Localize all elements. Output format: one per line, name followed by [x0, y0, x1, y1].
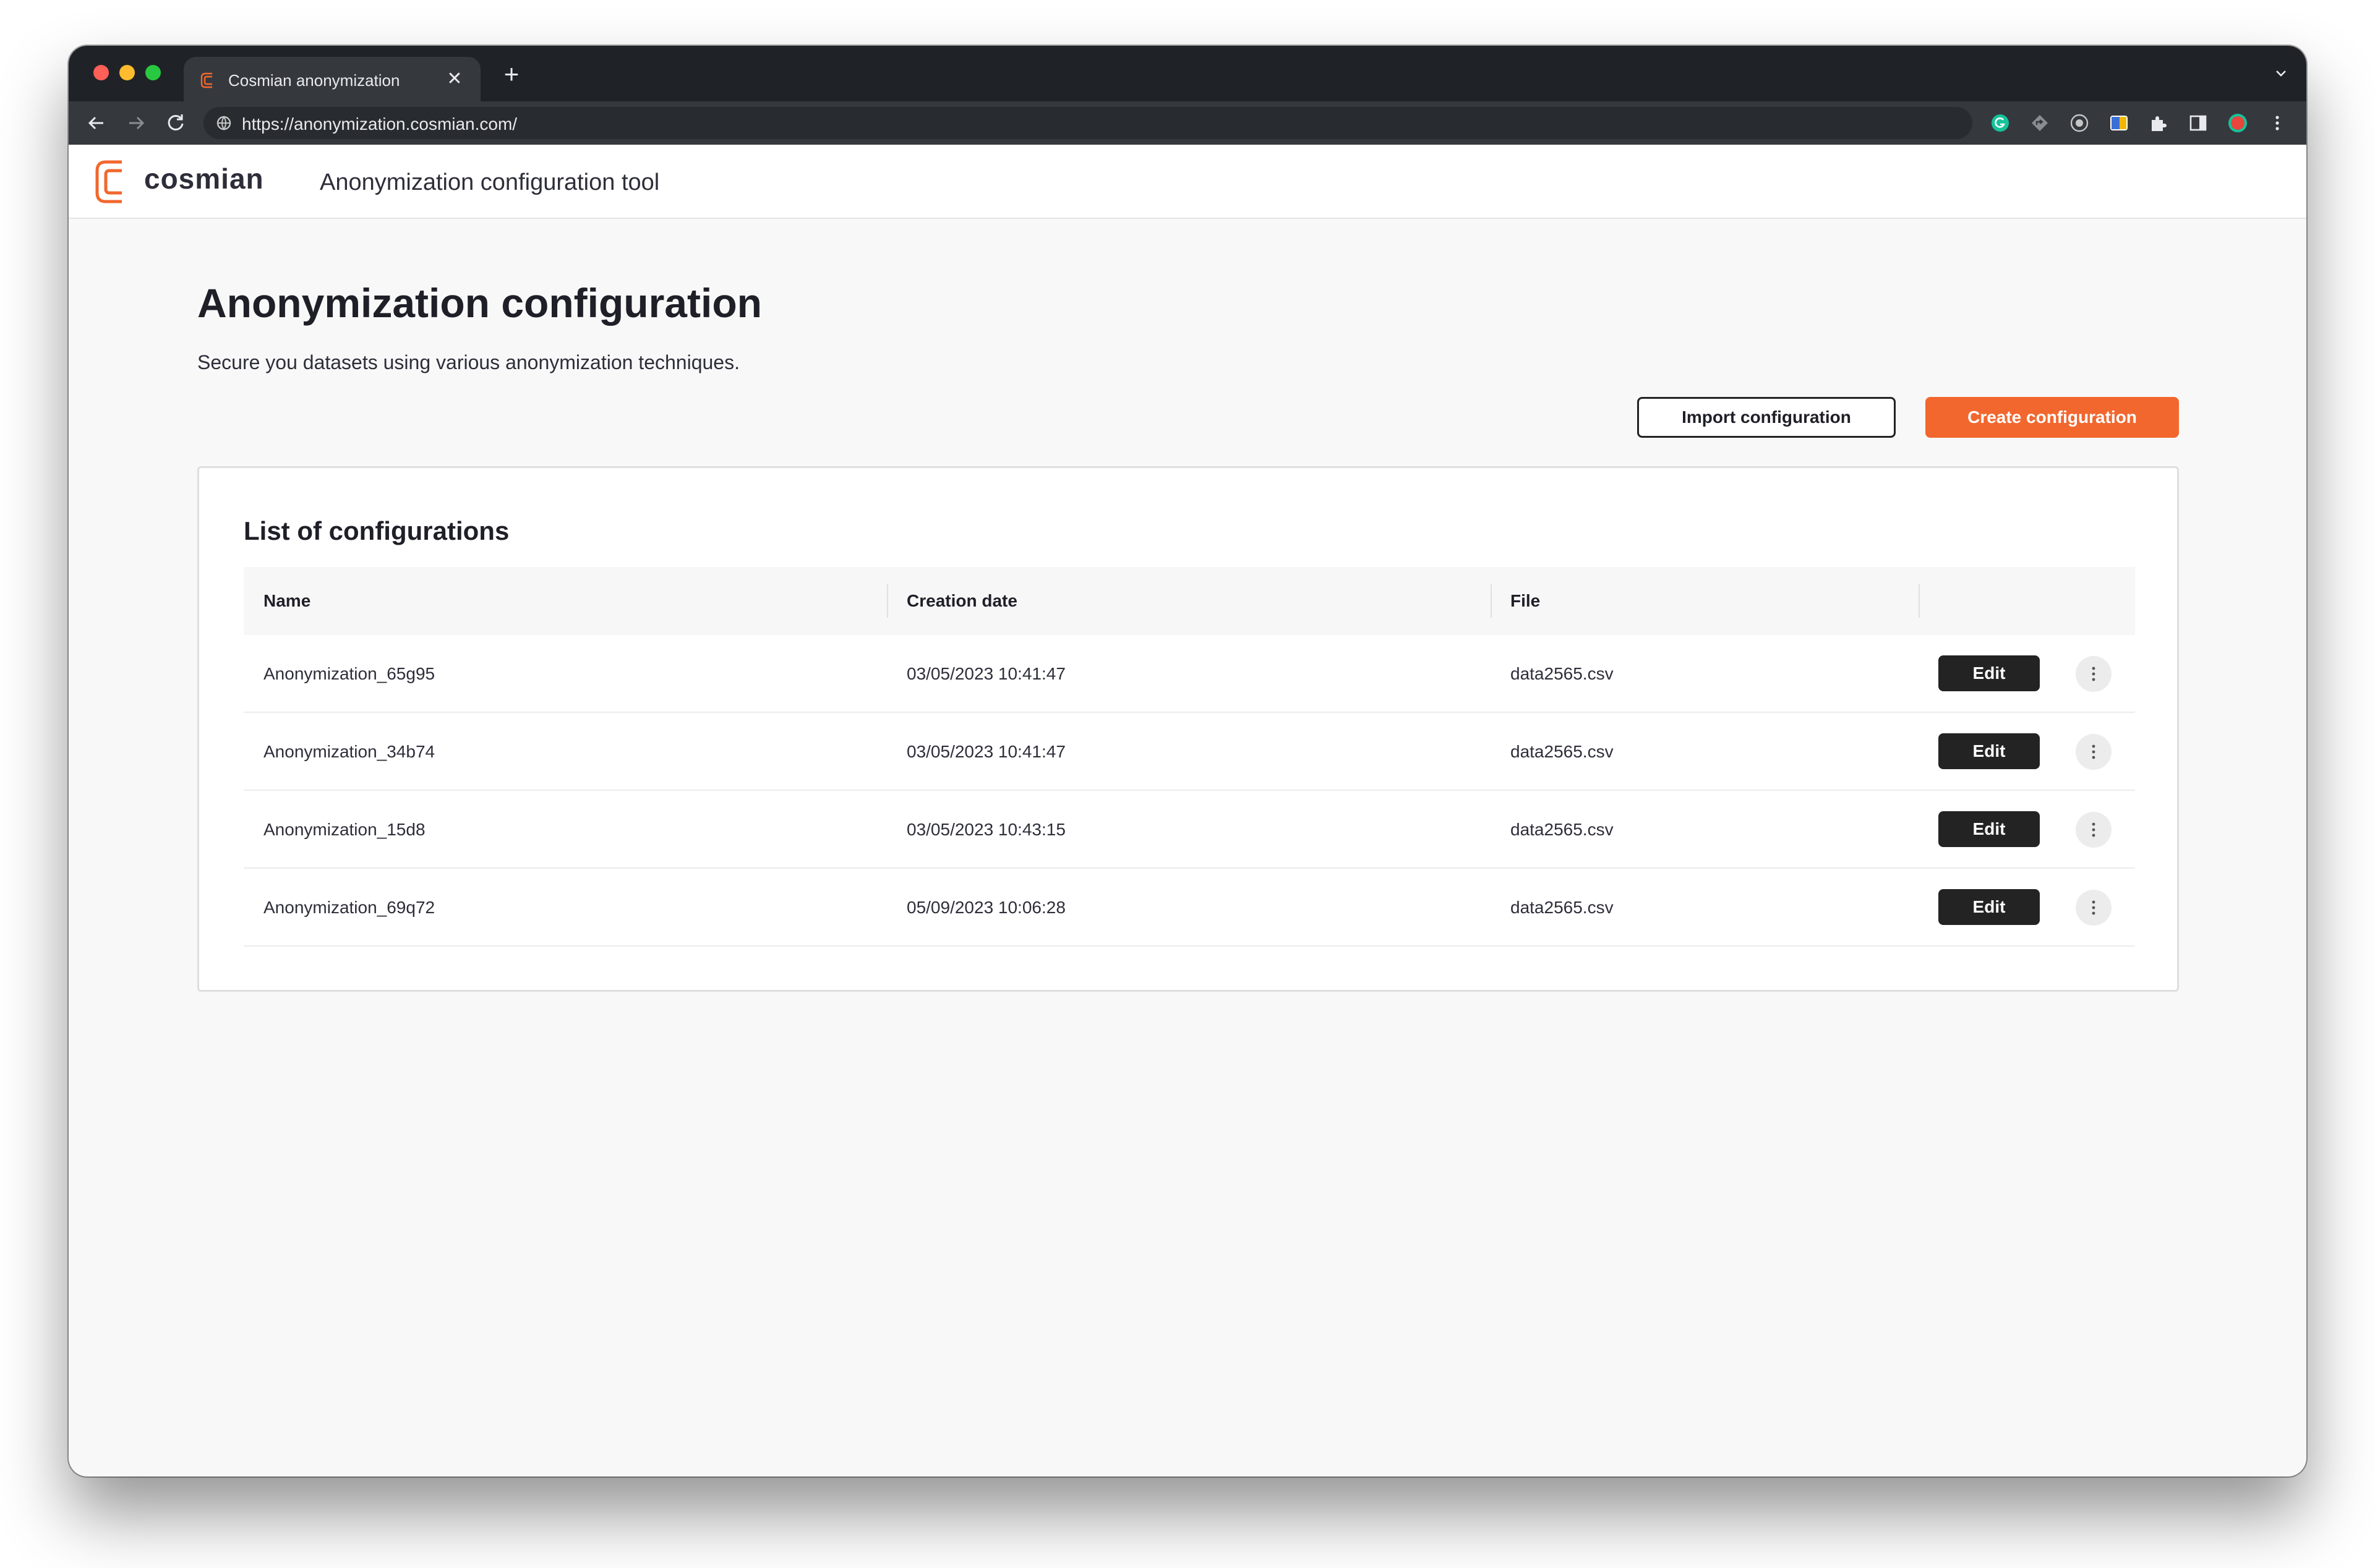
more-vertical-icon — [2092, 744, 2095, 759]
tool-name: Anonymization configuration tool — [320, 169, 660, 195]
route-extension-icon[interactable] — [2029, 113, 2050, 134]
more-vertical-icon — [2092, 900, 2095, 915]
table-header: Name Creation date File — [244, 567, 2135, 635]
more-options-button[interactable] — [2076, 656, 2112, 692]
browser-menu-icon[interactable] — [2267, 113, 2288, 134]
column-header-name: Name — [263, 591, 311, 610]
more-options-button[interactable] — [2076, 890, 2112, 926]
table-row[interactable]: Anonymization_15d8 03/05/2023 10:43:15 d… — [244, 791, 2135, 869]
column-divider — [1919, 584, 1920, 618]
configurations-card: List of configurations Name Creation dat… — [197, 466, 2179, 992]
more-vertical-icon — [2092, 822, 2095, 837]
column-divider — [1491, 584, 1492, 618]
back-icon[interactable] — [85, 111, 108, 135]
cosmian-logo-icon[interactable] — [93, 158, 131, 205]
target-extension-icon[interactable] — [2069, 113, 2090, 134]
row-name: Anonymization_34b74 — [263, 742, 435, 761]
table-row[interactable]: Anonymization_34b74 03/05/2023 10:41:47 … — [244, 713, 2135, 791]
column-header-creation-date: Creation date — [907, 591, 1017, 610]
edit-button[interactable]: Edit — [1938, 811, 2040, 847]
forward-icon[interactable] — [124, 111, 148, 135]
tab-strip: Cosmian anonymization ✕ + — [69, 46, 2306, 101]
row-creation-date: 03/05/2023 10:41:47 — [907, 664, 1066, 683]
cosmian-favicon-icon — [200, 72, 212, 88]
row-file: data2565.csv — [1510, 664, 1614, 683]
browser-tab[interactable]: Cosmian anonymization ✕ — [184, 57, 481, 101]
grammarly-extension-icon[interactable] — [1990, 113, 2011, 134]
site-info-icon[interactable] — [216, 115, 232, 131]
page-subtitle: Secure you datasets using various anonym… — [197, 351, 740, 373]
new-tab-button[interactable]: + — [497, 59, 526, 89]
browser-window: Cosmian anonymization ✕ + https://anonym… — [69, 46, 2306, 1476]
reload-icon[interactable] — [164, 111, 187, 135]
row-file: data2565.csv — [1510, 820, 1614, 839]
more-options-button[interactable] — [2076, 812, 2112, 848]
tab-close-icon[interactable]: ✕ — [442, 67, 467, 92]
row-name: Anonymization_65g95 — [263, 664, 435, 683]
row-name: Anonymization_69q72 — [263, 898, 435, 917]
column-divider — [887, 584, 888, 618]
configurations-table: Name Creation date File Anonymization_65… — [244, 567, 2135, 947]
column-header-file: File — [1510, 591, 1541, 610]
table-row[interactable]: Anonymization_69q72 05/09/2023 10:06:28 … — [244, 869, 2135, 947]
create-configuration-button[interactable]: Create configuration — [1925, 397, 2179, 438]
row-file: data2565.csv — [1510, 742, 1614, 761]
brand-name[interactable]: cosmian — [144, 162, 264, 195]
more-options-button[interactable] — [2076, 734, 2112, 770]
app-header: cosmian Anonymization configuration tool — [69, 145, 2306, 219]
card-title: List of configurations — [244, 516, 510, 545]
edit-button[interactable]: Edit — [1938, 889, 2040, 925]
table-row[interactable]: Anonymization_65g95 03/05/2023 10:41:47 … — [244, 635, 2135, 713]
row-creation-date: 05/09/2023 10:06:28 — [907, 898, 1066, 917]
row-file: data2565.csv — [1510, 898, 1614, 917]
more-vertical-icon — [2092, 667, 2095, 681]
minimize-window-button[interactable] — [119, 65, 135, 80]
edit-button[interactable]: Edit — [1938, 655, 2040, 691]
row-creation-date: 03/05/2023 10:41:47 — [907, 742, 1066, 761]
page-title: Anonymization configuration — [197, 280, 762, 326]
tab-title: Cosmian anonymization — [228, 71, 400, 90]
chevron-down-icon[interactable] — [2272, 64, 2290, 83]
side-panel-icon[interactable] — [2188, 113, 2209, 134]
row-name: Anonymization_15d8 — [263, 820, 426, 839]
close-window-button[interactable] — [93, 65, 109, 80]
url-text: https://anonymization.cosmian.com/ — [242, 114, 518, 134]
row-creation-date: 03/05/2023 10:43:15 — [907, 820, 1066, 839]
address-bar[interactable]: https://anonymization.cosmian.com/ — [203, 107, 1972, 139]
edit-button[interactable]: Edit — [1938, 733, 2040, 769]
browser-toolbar: https://anonymization.cosmian.com/ — [69, 101, 2306, 145]
import-configuration-button[interactable]: Import configuration — [1637, 397, 1896, 438]
profile-avatar-icon[interactable] — [2227, 113, 2248, 134]
wr-extension-icon[interactable] — [2108, 113, 2129, 134]
extensions-puzzle-icon[interactable] — [2148, 113, 2169, 134]
zoom-window-button[interactable] — [145, 65, 161, 80]
